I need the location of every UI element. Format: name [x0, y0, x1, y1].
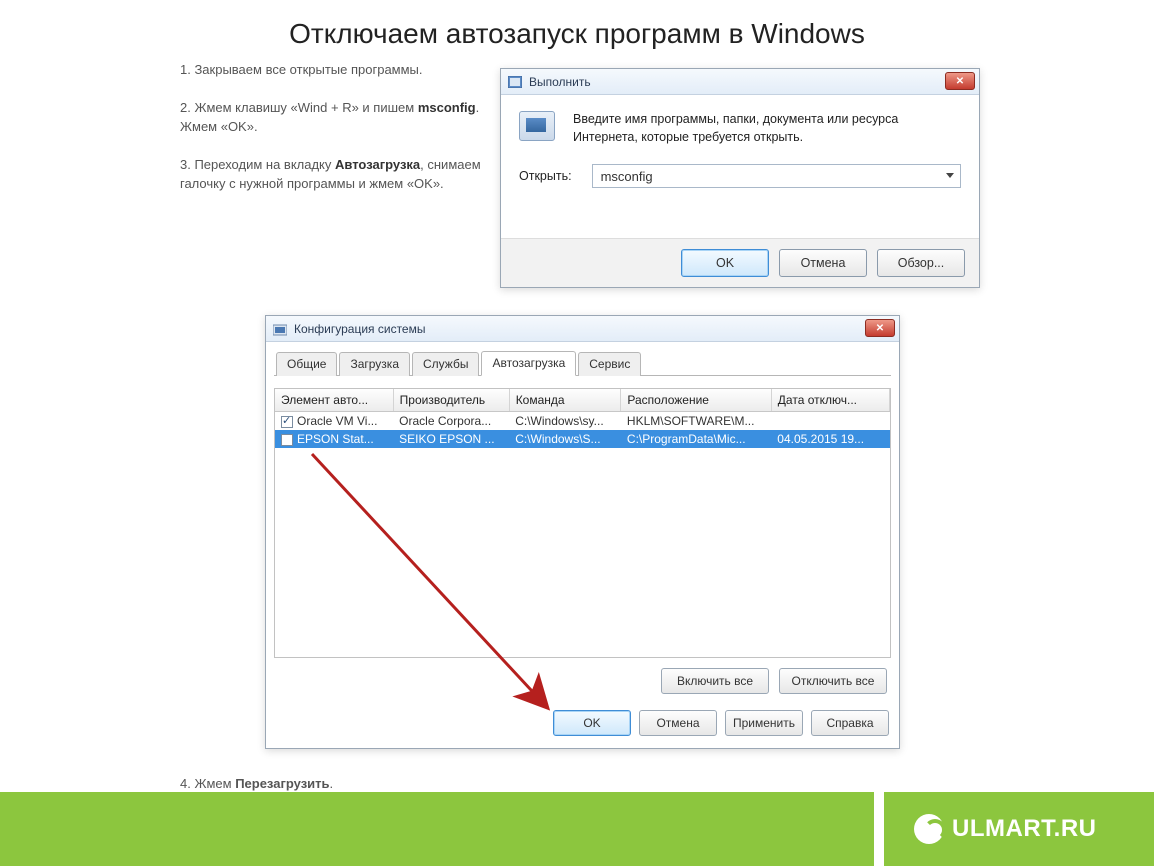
msconfig-titlebar[interactable]: Конфигурация системы ✕ [266, 316, 899, 342]
cell-cmd: C:\Windows\sy... [509, 412, 621, 431]
brand-logo: ULMART.RU [914, 814, 1096, 844]
open-input-value: msconfig [601, 169, 653, 184]
run-program-icon [519, 111, 555, 141]
cell-mfr: SEIKO EPSON ... [393, 430, 509, 448]
msconfig-dialog: Конфигурация системы ✕ Общие Загрузка Сл… [265, 315, 900, 749]
run-title: Выполнить [529, 75, 591, 89]
run-titlebar[interactable]: Выполнить ✕ [501, 69, 979, 95]
msconfig-apply-button[interactable]: Применить [725, 710, 803, 736]
open-label: Открыть: [519, 169, 572, 183]
cell-mfr: Oracle Corpora... [393, 412, 509, 431]
run-icon [507, 75, 523, 89]
disable-all-button[interactable]: Отключить все [779, 668, 887, 694]
step-1: 1. Закрываем все открытые программы. [180, 60, 490, 80]
page-title: Отключаем автозапуск программ в Windows [0, 0, 1154, 60]
step-4-text: 4. Жмем [180, 776, 235, 791]
cell-date [771, 412, 889, 431]
step-3-text: 3. Переходим на вкладку [180, 157, 335, 172]
col-cmd[interactable]: Команда [509, 389, 621, 412]
step-4-action: Перезагрузить [235, 776, 329, 791]
table-row[interactable]: EPSON Stat... SEIKO EPSON ... C:\Windows… [275, 430, 890, 448]
step-2: 2. Жмем клавишу «Wind + R» и пишем mscon… [180, 98, 490, 137]
step-2-cmd: msconfig [418, 100, 476, 115]
tab-general[interactable]: Общие [276, 352, 337, 376]
step-3: 3. Переходим на вкладку Автозагрузка, сн… [180, 155, 490, 194]
msconfig-title: Конфигурация системы [294, 322, 425, 336]
col-mfr[interactable]: Производитель [393, 389, 509, 412]
cancel-button[interactable]: Отмена [779, 249, 867, 277]
col-date[interactable]: Дата отключ... [771, 389, 889, 412]
msconfig-help-button[interactable]: Справка [811, 710, 889, 736]
startup-table[interactable]: Элемент авто... Производитель Команда Ра… [274, 388, 891, 658]
run-dialog: Выполнить ✕ Введите имя программы, папки… [500, 68, 980, 288]
msconfig-close-button[interactable]: ✕ [865, 319, 895, 337]
close-button[interactable]: ✕ [945, 72, 975, 90]
tabs: Общие Загрузка Службы Автозагрузка Серви… [274, 350, 891, 376]
run-message: Введите имя программы, папки, документа … [573, 111, 961, 146]
tab-boot[interactable]: Загрузка [339, 352, 410, 376]
tab-startup[interactable]: Автозагрузка [481, 351, 576, 376]
msconfig-cancel-button[interactable]: Отмена [639, 710, 717, 736]
checkbox-row1[interactable] [281, 434, 293, 446]
cell-item: Oracle VM Vi... [297, 414, 377, 428]
cell-date: 04.05.2015 19... [771, 430, 889, 448]
brand-name: ULMART.RU [952, 815, 1096, 843]
enable-all-button[interactable]: Включить все [661, 668, 769, 694]
step-3-tab: Автозагрузка [335, 157, 420, 172]
chevron-down-icon[interactable] [946, 173, 954, 178]
cell-cmd: C:\Windows\S... [509, 430, 621, 448]
col-item[interactable]: Элемент авто... [275, 389, 393, 412]
tab-services[interactable]: Службы [412, 352, 479, 376]
col-loc[interactable]: Расположение [621, 389, 771, 412]
ok-button[interactable]: OK [681, 249, 769, 277]
footer: ULMART.RU [0, 792, 1154, 866]
brand-logo-icon [914, 814, 944, 844]
msconfig-ok-button[interactable]: OK [553, 710, 631, 736]
step-4: 4. Жмем Перезагрузить. [180, 776, 333, 791]
checkbox-row0[interactable] [281, 416, 293, 428]
msconfig-icon [272, 322, 288, 336]
tab-tools[interactable]: Сервис [578, 352, 641, 376]
cell-loc: HKLM\SOFTWARE\M... [621, 412, 771, 431]
browse-button[interactable]: Обзор... [877, 249, 965, 277]
step-2-text: 2. Жмем клавишу «Wind + R» и пишем [180, 100, 418, 115]
cell-loc: C:\ProgramData\Mic... [621, 430, 771, 448]
open-input[interactable]: msconfig [592, 164, 961, 188]
cell-item: EPSON Stat... [297, 432, 374, 446]
step-4-tail: . [330, 776, 334, 791]
table-row[interactable]: Oracle VM Vi... Oracle Corpora... C:\Win… [275, 412, 890, 431]
